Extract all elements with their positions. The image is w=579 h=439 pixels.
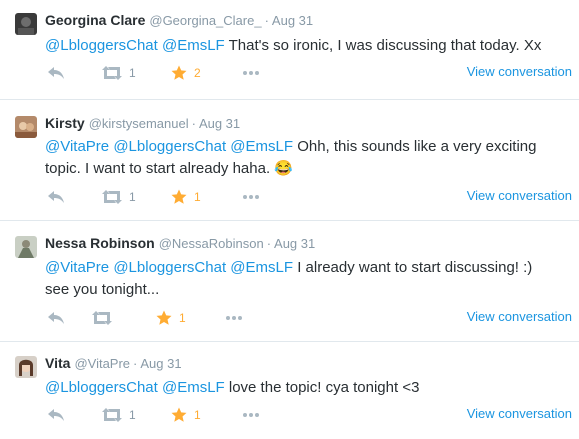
retweet-button[interactable]: 1 [102, 405, 136, 425]
favorite-button[interactable]: 1 [171, 187, 201, 207]
view-conversation-link[interactable]: View conversation [467, 64, 572, 79]
retweet-count: 1 [129, 190, 136, 204]
avatar[interactable] [15, 236, 37, 258]
tweet-text: @VitaPre @LbloggersChat @EmsLF I already… [45, 257, 567, 301]
user-handle[interactable]: @kirstysemanuel [89, 116, 189, 131]
more-button[interactable] [226, 308, 242, 328]
tweet-actions: 1 1 [45, 187, 535, 207]
view-conversation-link[interactable]: View conversation [467, 188, 572, 203]
star-icon [156, 310, 172, 325]
more-button[interactable] [243, 405, 259, 425]
tweet-text: @LbloggersChat @EmsLF That's so ironic, … [45, 35, 567, 57]
user-name[interactable]: Kirsty [45, 115, 85, 131]
star-icon [171, 189, 187, 204]
reply-button[interactable] [47, 308, 65, 328]
reply-button[interactable] [47, 405, 65, 425]
tweet-date[interactable]: Aug 31 [272, 13, 313, 28]
retweet-icon [102, 190, 122, 204]
mention-link[interactable]: @VitaPre [45, 138, 109, 155]
more-icon [243, 71, 259, 75]
reply-icon [48, 312, 64, 324]
favorite-count: 1 [194, 408, 201, 422]
tweet-actions: 1 1 [45, 405, 535, 425]
tweet-actions: 1 [45, 308, 535, 328]
tweet-body: I already want to start discussing! :) [297, 259, 533, 276]
retweet-button[interactable] [92, 308, 112, 328]
favorite-button[interactable]: 1 [156, 308, 186, 328]
tweet[interactable]: Kirsty @kirstysemanuel · Aug 31 @VitaPre @L… [0, 100, 579, 221]
tweet-body: That's so ironic, I was discussing that … [228, 37, 542, 54]
retweet-button[interactable]: 1 [102, 187, 136, 207]
tweet-body: see you tonight... [45, 281, 160, 298]
mention-link[interactable]: @EmsLF [162, 37, 225, 54]
user-handle[interactable]: @Georgina_Clare_ [149, 13, 261, 28]
reply-icon [48, 409, 64, 421]
mention-link[interactable]: @EmsLF [162, 379, 225, 396]
favorite-count: 1 [194, 190, 201, 204]
favorite-count: 2 [194, 66, 201, 80]
favorite-count: 1 [179, 311, 186, 325]
tweet-header: Nessa Robinson @NessaRobinson · Aug 31 [45, 234, 315, 253]
user-handle[interactable]: @NessaRobinson [159, 236, 264, 251]
favorite-button[interactable]: 1 [171, 405, 201, 425]
avatar[interactable] [15, 356, 37, 378]
more-icon [243, 195, 259, 199]
more-icon [226, 316, 242, 320]
more-icon [243, 413, 259, 417]
separator-dot: · [133, 356, 138, 371]
tweet-body: Ohh, this sounds like a very exciting [297, 138, 537, 155]
more-button[interactable] [243, 187, 259, 207]
tweet-header: Georgina Clare @Georgina_Clare_ · Aug 31 [45, 11, 313, 30]
view-conversation-link[interactable]: View conversation [467, 406, 572, 421]
avatar[interactable] [15, 13, 37, 35]
mention-link[interactable]: @LbloggersChat [45, 37, 158, 54]
separator-dot: · [191, 116, 196, 131]
tweet-date[interactable]: Aug 31 [199, 116, 240, 131]
separator-dot: · [264, 13, 269, 28]
tweet[interactable]: Georgina Clare @Georgina_Clare_ · Aug 31 @L… [0, 0, 579, 100]
retweet-icon [102, 66, 122, 80]
reply-button[interactable] [47, 187, 65, 207]
separator-dot: · [266, 236, 272, 251]
retweet-icon [92, 311, 112, 325]
user-name[interactable]: Vita [45, 355, 70, 371]
tweet-date[interactable]: Aug 31 [140, 356, 181, 371]
star-icon [171, 407, 187, 422]
avatar[interactable] [15, 116, 37, 138]
mention-link[interactable]: @VitaPre [45, 259, 109, 276]
user-name[interactable]: Nessa Robinson [45, 235, 155, 251]
tweet-body: topic. I want to start already haha. 😂 [45, 160, 293, 177]
mention-link[interactable]: @EmsLF [230, 138, 293, 155]
mention-link[interactable]: @EmsLF [230, 259, 293, 276]
tweet[interactable]: Vita @VitaPre · Aug 31 @LbloggersChat @EmsL… [0, 342, 579, 439]
reply-button[interactable] [47, 63, 65, 83]
star-icon [171, 65, 187, 80]
tweet-header: Kirsty @kirstysemanuel · Aug 31 [45, 114, 240, 133]
reply-icon [48, 67, 64, 79]
user-name[interactable]: Georgina Clare [45, 12, 145, 28]
tweet-text: @LbloggersChat @EmsLF love the topic! cy… [45, 377, 567, 399]
view-conversation-link[interactable]: View conversation [467, 309, 572, 324]
retweet-button[interactable]: 1 [102, 63, 136, 83]
mention-link[interactable]: @LbloggersChat [113, 138, 226, 155]
retweet-count: 1 [129, 408, 136, 422]
retweet-icon [102, 408, 122, 422]
retweet-count: 1 [129, 66, 136, 80]
tweet-date[interactable]: Aug 31 [274, 236, 315, 251]
mention-link[interactable]: @LbloggersChat [113, 259, 226, 276]
more-button[interactable] [243, 63, 259, 83]
tweet-header: Vita @VitaPre · Aug 31 [45, 354, 182, 373]
favorite-button[interactable]: 2 [171, 63, 201, 83]
reply-icon [48, 191, 64, 203]
user-handle[interactable]: @VitaPre [74, 356, 130, 371]
mention-link[interactable]: @LbloggersChat [45, 379, 158, 396]
tweet[interactable]: Nessa Robinson @NessaRobinson · Aug 31 @Vit… [0, 221, 579, 342]
tweet-text: @VitaPre @LbloggersChat @EmsLF Ohh, this… [45, 136, 567, 180]
tweet-body: love the topic! cya tonight <3 [228, 379, 420, 396]
tweet-actions: 1 2 [45, 63, 535, 83]
